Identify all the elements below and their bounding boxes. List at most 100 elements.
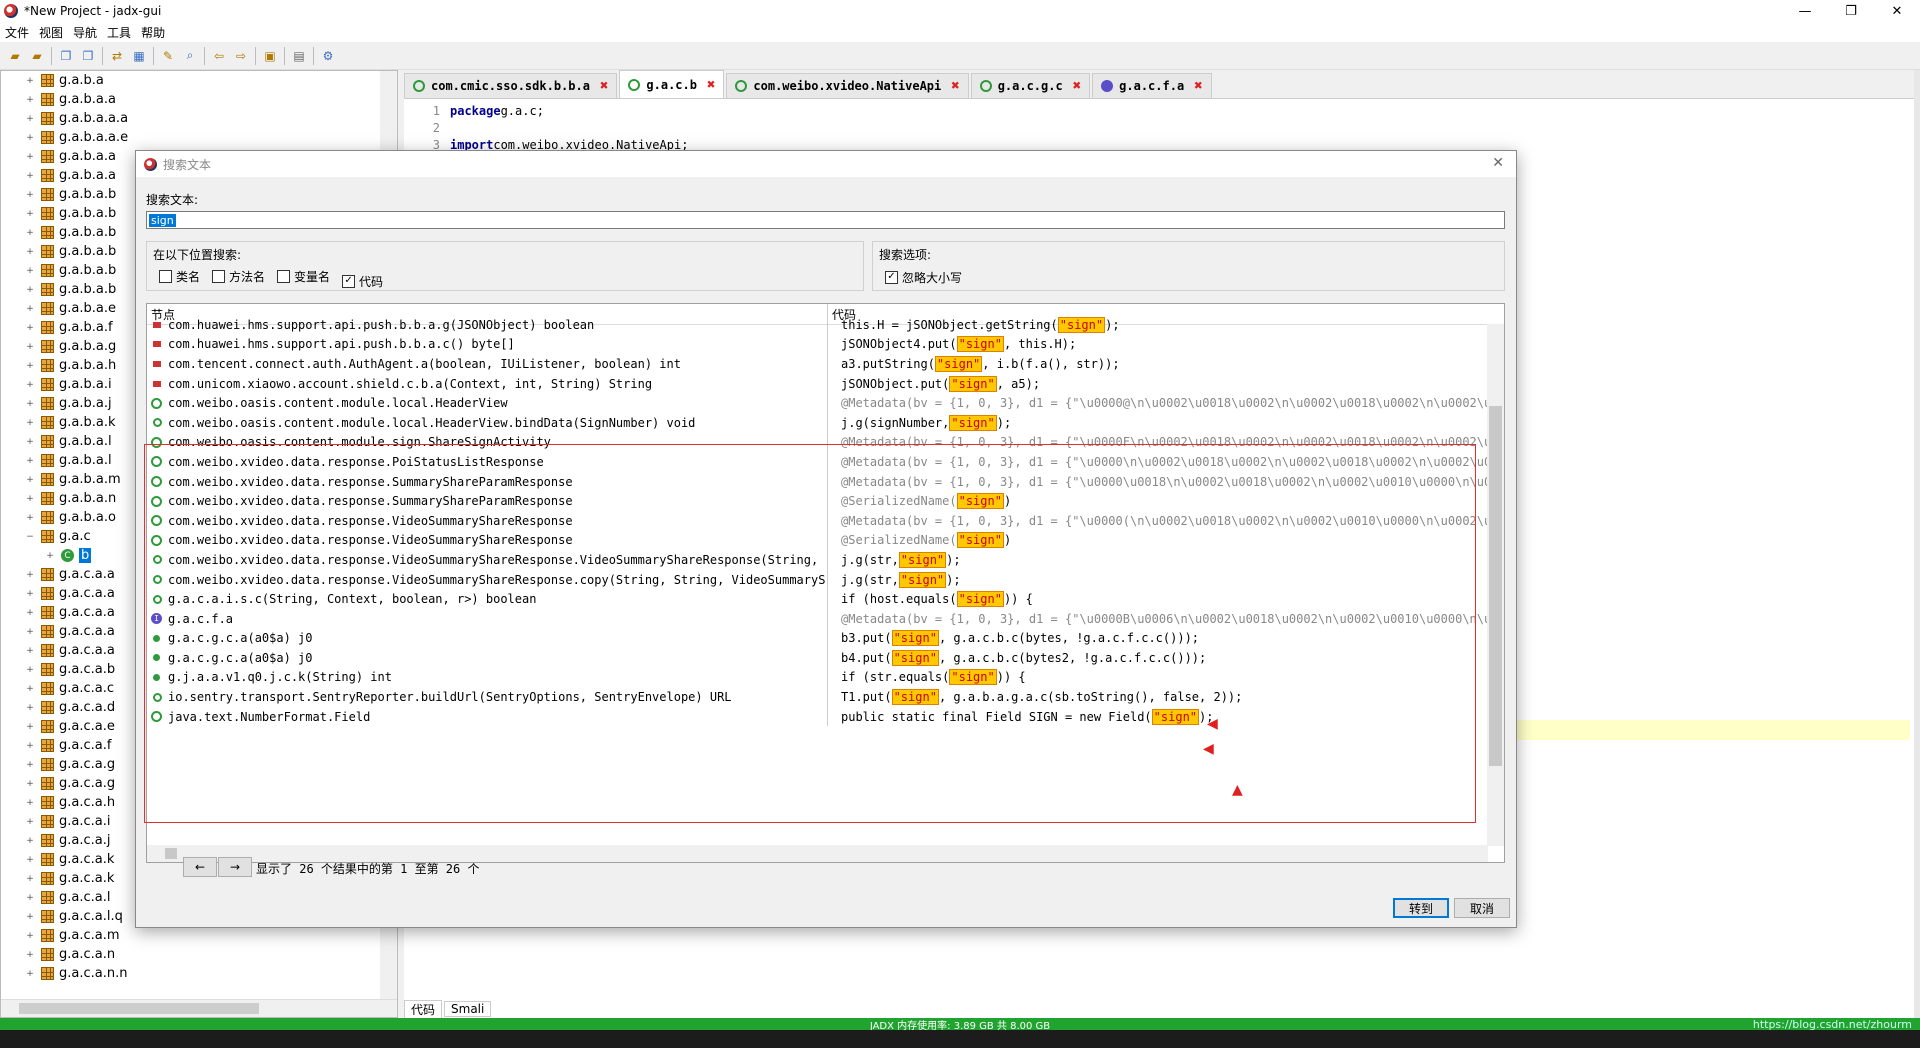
checkbox[interactable]: 类名 xyxy=(159,268,200,285)
menu-navigate[interactable]: 导航 xyxy=(68,24,102,41)
expand-icon[interactable]: + xyxy=(25,323,35,333)
expand-icon[interactable]: + xyxy=(25,855,35,865)
result-row[interactable]: com.huawei.hms.support.api.push.b.b.a.g(… xyxy=(147,315,1504,335)
menu-view[interactable]: 视图 xyxy=(34,24,68,41)
tree-item[interactable]: + g.a.b.a.a xyxy=(1,90,397,109)
expand-icon[interactable]: + xyxy=(25,722,35,732)
menu-tools[interactable]: 工具 xyxy=(102,24,136,41)
expand-icon[interactable]: + xyxy=(25,418,35,428)
log-viewer-icon[interactable]: ▤ xyxy=(290,47,308,65)
open-file-icon[interactable]: ▰ xyxy=(6,47,24,65)
checkbox[interactable]: ✓ 忽略大小写 xyxy=(885,269,962,286)
result-row[interactable]: com.weibo.xvideo.data.response.SummarySh… xyxy=(147,471,1504,492)
result-row[interactable]: com.weibo.oasis.content.module.local.Hea… xyxy=(147,412,1504,433)
result-row[interactable]: io.sentry.transport.SentryReporter.build… xyxy=(147,687,1504,707)
result-row[interactable]: com.weibo.xvideo.data.response.VideoSumm… xyxy=(147,550,1504,570)
search-input[interactable]: sign xyxy=(146,211,1505,229)
result-row[interactable]: com.weibo.xvideo.data.response.VideoSumm… xyxy=(147,530,1504,551)
result-row[interactable]: g.j.a.a.v1.q0.j.c.k(String) int if (str.e… xyxy=(147,667,1504,688)
expand-icon[interactable]: + xyxy=(25,798,35,808)
tab-smali[interactable]: Smali xyxy=(444,1001,492,1017)
result-row[interactable]: com.weibo.xvideo.data.response.SummarySh… xyxy=(147,491,1504,511)
expand-icon[interactable]: + xyxy=(25,570,35,580)
save-all-icon[interactable]: ❐ xyxy=(79,47,97,65)
checkbox[interactable]: 变量名 xyxy=(277,268,330,285)
expand-icon[interactable]: + xyxy=(25,304,35,314)
results-table[interactable]: 节点 代码 com.huawei.hms.support.api.push.b.… xyxy=(146,303,1505,863)
expand-icon[interactable]: + xyxy=(25,95,35,105)
class-search-icon[interactable]: ⌕ xyxy=(181,47,199,65)
expand-icon[interactable]: + xyxy=(25,342,35,352)
result-row[interactable]: com.weibo.xvideo.data.response.PoiStatus… xyxy=(147,452,1504,472)
expand-icon[interactable]: + xyxy=(25,646,35,656)
close-tab-icon[interactable]: ✖ xyxy=(1194,78,1202,94)
tree-item[interactable]: + g.a.c.a.n.n xyxy=(1,964,397,983)
expand-icon[interactable]: + xyxy=(25,627,35,637)
tab-code[interactable]: 代码 xyxy=(404,999,443,1019)
tree-horizontal-scrollbar[interactable] xyxy=(1,999,397,1017)
expand-icon[interactable]: + xyxy=(25,285,35,295)
editor-tab[interactable]: com.cmic.sso.sdk.b.b.a ✖ xyxy=(404,73,618,98)
editor-tab[interactable]: g.a.c.b ✖ xyxy=(619,70,725,98)
editor-tab[interactable]: g.a.c.g.c ✖ xyxy=(970,73,1091,98)
result-row[interactable]: Ig.a.c.f.a @Metadata(bv = {1, 0, 3}, d1 =… xyxy=(147,608,1504,629)
next-page-button[interactable]: → xyxy=(218,857,252,877)
minimize-button[interactable]: — xyxy=(1782,0,1828,22)
expand-icon[interactable]: + xyxy=(25,665,35,675)
expand-icon[interactable]: + xyxy=(25,152,35,162)
add-file-icon[interactable]: ▰ xyxy=(28,47,46,65)
close-window-button[interactable]: ✕ xyxy=(1874,0,1920,22)
result-row[interactable]: g.a.c.g.c.a(a0$a) j0 b3.put("sign", g.a.c… xyxy=(147,628,1504,649)
tree-item[interactable]: + g.a.b.a.a.a xyxy=(1,109,397,128)
expand-icon[interactable]: + xyxy=(25,931,35,941)
expand-icon[interactable]: + xyxy=(25,589,35,599)
close-tab-icon[interactable]: ✖ xyxy=(951,78,959,94)
maximize-button[interactable]: ❐ xyxy=(1828,0,1874,22)
expand-icon[interactable]: + xyxy=(25,76,35,86)
results-vertical-scrollbar[interactable] xyxy=(1487,324,1504,846)
result-row[interactable]: com.weibo.oasis.content.module.local.Hea… xyxy=(147,393,1504,413)
cancel-button[interactable]: 取消 xyxy=(1454,898,1510,918)
sync-tree-icon[interactable]: ⇄ xyxy=(108,47,126,65)
prev-page-button[interactable]: ← xyxy=(183,857,217,877)
expand-icon[interactable]: + xyxy=(25,513,35,523)
expand-icon[interactable]: + xyxy=(25,399,35,409)
close-tab-icon[interactable]: ✖ xyxy=(600,78,608,94)
expand-icon[interactable]: + xyxy=(25,741,35,751)
expand-icon[interactable]: + xyxy=(25,703,35,713)
menu-file[interactable]: 文件 xyxy=(0,24,34,41)
editor-tab[interactable]: g.a.c.f.a ✖ xyxy=(1092,73,1212,98)
expand-icon[interactable]: + xyxy=(25,893,35,903)
tree-item[interactable]: + g.a.b.a xyxy=(1,71,397,90)
expand-icon[interactable]: + xyxy=(25,114,35,124)
expand-icon[interactable]: + xyxy=(25,456,35,466)
tree-item[interactable]: + g.a.c.a.m xyxy=(1,926,397,945)
result-row[interactable]: com.weibo.oasis.content.module.sign.Shar… xyxy=(147,432,1504,453)
expand-icon[interactable]: + xyxy=(25,361,35,371)
result-row[interactable]: g.a.c.a.i.s.c(String, Context, boolean, … xyxy=(147,589,1504,609)
expand-icon[interactable]: + xyxy=(25,608,35,618)
checkbox[interactable]: 方法名 xyxy=(212,268,265,285)
expand-icon[interactable]: + xyxy=(25,969,35,979)
expand-icon[interactable]: + xyxy=(25,228,35,238)
result-row[interactable]: com.weibo.xvideo.data.response.VideoSumm… xyxy=(147,569,1504,590)
expand-icon[interactable]: + xyxy=(45,551,55,561)
expand-icon[interactable]: + xyxy=(25,266,35,276)
expand-icon[interactable]: + xyxy=(25,874,35,884)
flatten-packages-icon[interactable]: ▦ xyxy=(130,47,148,65)
expand-icon[interactable]: + xyxy=(25,171,35,181)
expand-icon[interactable]: + xyxy=(25,247,35,257)
result-row[interactable]: com.huawei.hms.support.api.push.b.b.a.c(… xyxy=(147,334,1504,355)
preferences-icon[interactable]: ⚙ xyxy=(319,47,337,65)
back-icon[interactable]: ⇦ xyxy=(210,47,228,65)
expand-icon[interactable]: + xyxy=(25,475,35,485)
dialog-close-icon[interactable]: ✕ xyxy=(1492,155,1504,171)
expand-icon[interactable]: + xyxy=(25,437,35,447)
menu-help[interactable]: 帮助 xyxy=(136,24,170,41)
forward-icon[interactable]: ⇨ xyxy=(232,47,250,65)
expand-icon[interactable]: + xyxy=(25,760,35,770)
result-row[interactable]: java.text.NumberFormat.Field public stati… xyxy=(147,706,1504,727)
checkbox[interactable]: ✓ 代码 xyxy=(342,273,383,290)
editor-tab[interactable]: com.weibo.xvideo.NativeApi ✖ xyxy=(726,73,969,98)
copy-icon[interactable]: ❐ xyxy=(57,47,75,65)
